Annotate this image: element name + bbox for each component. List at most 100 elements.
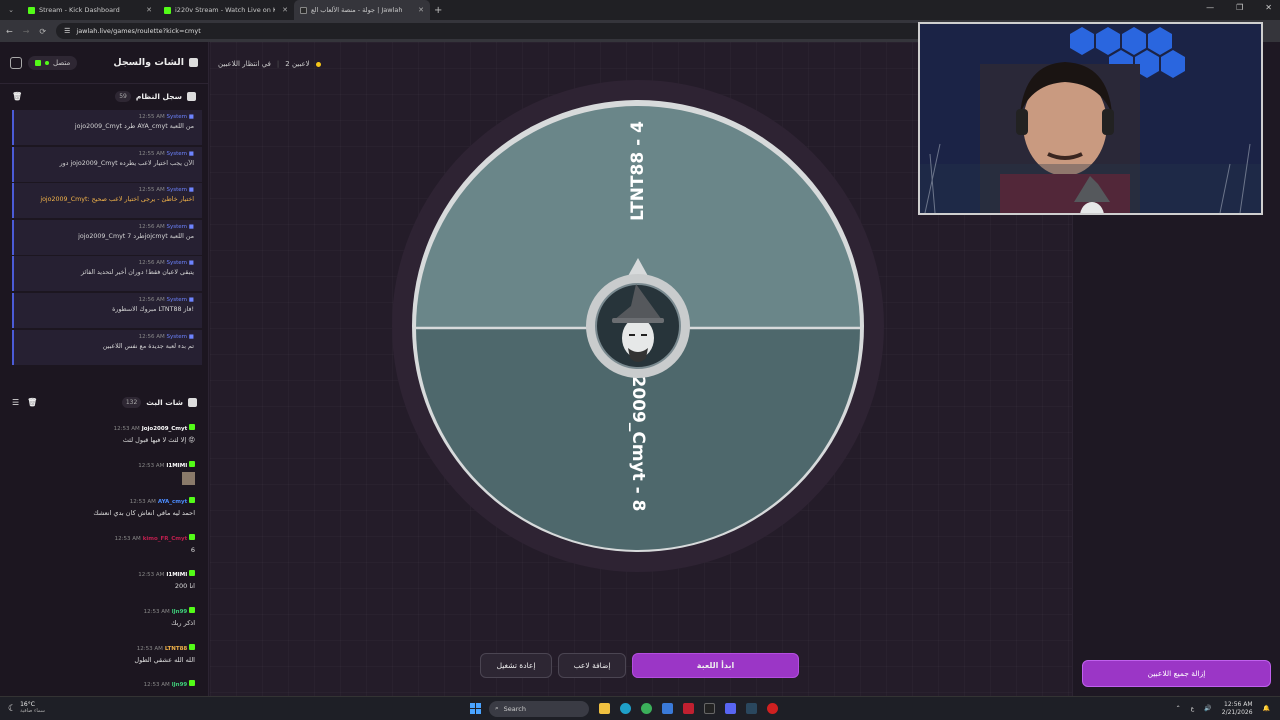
chat-username[interactable]: LTNT88 [165,646,187,652]
trash-icon[interactable]: 🗑 [12,92,22,101]
back-icon[interactable]: ← [6,27,13,36]
system-icon: ■ [188,296,194,303]
kick-icon [189,643,195,650]
system-log-item: 12:56 AM System ■ يتبقى لاعبان فقط! دوران… [12,256,202,292]
chat-username[interactable]: I1MIMI [166,463,187,469]
chrome-icon[interactable] [641,703,652,714]
forward-icon[interactable]: → [23,27,30,36]
store-icon[interactable] [662,703,673,714]
maximize-icon[interactable]: ❐ [1236,3,1243,12]
message-meta: 12:55 AM System ■ [138,150,194,157]
start-game-button[interactable]: ابدأ اللعبة [632,653,799,678]
collapse-panel-icon[interactable] [10,56,22,69]
kick-icon [189,680,195,687]
message-meta: 12:53 AM lJn99 [0,605,195,615]
window-controls: — ❐ ✕ [1206,3,1272,12]
kick-favicon [28,6,35,14]
emote-image [182,471,195,485]
kick-icon [189,497,195,504]
add-player-button[interactable]: إضافة لاعب [558,653,626,678]
message-meta: 12:53 AM lJn99 [0,678,195,688]
replay-button[interactable]: إعادة تشغيل [480,653,552,678]
roulette-wheel[interactable]: LTNT88 - 4 jojo2009_Cmyt - 8 [388,76,888,576]
tiktok-icon[interactable] [704,703,715,714]
kick-icon [35,59,41,66]
game-controls: إعادة تشغيل إضافة لاعب ابدأ اللعبة [480,653,799,678]
chevron-up-icon[interactable]: ⌃ [1176,705,1181,712]
chat-username[interactable]: lJn99 [172,682,188,688]
live-chat-count: 132 [121,396,142,408]
kick-icon [189,533,195,540]
menu-icon[interactable]: ☰ [12,398,19,407]
system-icon: ■ [188,223,194,230]
tab-kick-dashboard[interactable]: Stream - Kick Dashboard ✕ [22,0,158,20]
clear-all-players-button[interactable]: إزالة جميع اللاعبين [1082,660,1271,687]
tab-jawlah[interactable]: جولة - منصة الألعاب الع | Jawlah ✕ [294,0,430,20]
tab-list-button[interactable]: ⌄ [0,6,22,14]
message-meta: 12:55 AM System ■ [138,114,194,120]
online-dot-icon [45,60,49,65]
chat-message: 12:53 AM lJn99 اذكر ربك [0,605,195,642]
discord-icon[interactable] [725,703,736,714]
system-log-item: 12:55 AM System ■ دور jojo2009_Cmyt الآن … [12,146,202,182]
steam-icon[interactable] [746,703,757,714]
close-window-icon[interactable]: ✕ [1265,3,1272,12]
chat-username[interactable]: I1MIMI [166,572,187,578]
volume-icon[interactable]: 🔊 [1204,705,1211,712]
message-meta: 12:56 AM System ■ [138,223,194,230]
system-icon: ■ [188,333,194,340]
file-explorer-icon[interactable] [599,703,610,714]
game-status: في انتظار اللاعبين | 2 لاعبين [218,60,321,68]
chat-icon [189,58,198,67]
browser-tab-bar: ⌄ Stream - Kick Dashboard ✕ i220v Stream … [0,0,1280,20]
reload-icon[interactable]: ⟳ [39,27,46,36]
trash-icon[interactable]: 🗑 [27,398,37,407]
chat-username[interactable]: kimo_FR_Cmyt [143,536,188,542]
system-icon: ■ [188,187,194,194]
live-chat-list: 12:53 AM Jojo2009_Cmyt إلا لثث لا فيها قب… [0,422,209,696]
system-icon: ■ [188,150,194,157]
panel-header: متصل الشات والسجل [0,42,208,84]
minimize-icon[interactable]: — [1206,3,1214,12]
record-icon[interactable] [767,703,778,714]
language-indicator[interactable]: ع [1191,705,1195,712]
system-log-header: 🗑 59 سجل النظام [0,84,208,108]
system-log-item: 12:56 AM System ■ تم بدء لعبة جديدة مع نف… [12,329,202,365]
divider: | [276,60,280,68]
message-meta: 12:53 AM LTNT88 [0,642,195,652]
jawlah-favicon [300,6,307,14]
start-icon[interactable] [470,703,481,714]
message-meta: 12:53 AM I1MIMI [0,568,195,578]
tab-kick-stream[interactable]: i220v Stream - Watch Live on K ✕ [158,0,294,20]
system-log-count: 59 [115,90,131,102]
edge-icon[interactable] [620,703,631,714]
app-icon[interactable] [683,703,694,714]
webcam-overlay [918,22,1263,215]
close-icon[interactable]: ✕ [146,6,152,14]
notifications-icon[interactable]: 🔔 [1263,705,1270,712]
chat-icon [188,397,197,407]
site-info-icon[interactable]: ☰ [64,27,70,35]
clock[interactable]: 12:56 AM 2/21/2026 [1222,701,1253,715]
message-meta: 12:55 AM System ■ [138,187,194,194]
chat-message: 12:53 AM I1MIMI انا 200 [0,568,195,605]
status-dot-icon [315,61,321,67]
chat-username[interactable]: lJn99 [172,609,188,615]
weather-widget[interactable]: ☾ 16°C سماء صافية [0,702,470,714]
taskbar-search[interactable]: ⌕ Search [489,700,589,717]
url-input[interactable]: ☰ jawlah.live/games/roulette?kick=cmyt [56,23,1057,39]
chat-message: 12:53 AM Jojo2009_Cmyt إلا لثث لا فيها قب… [0,422,195,459]
kick-icon [189,424,195,430]
close-icon[interactable]: ✕ [418,6,424,14]
chat-username[interactable]: AYA_cmyt [158,499,187,505]
chat-message: 12:53 AM lJn99 [0,678,195,696]
search-icon: ⌕ [495,704,499,712]
new-tab-icon[interactable]: + [434,5,442,16]
close-icon[interactable]: ✕ [282,6,288,14]
chat-username[interactable]: Jojo2009_Cmyt [142,426,188,432]
live-chat-header: ☰ 🗑 132 شات البث [0,390,209,414]
connection-badge: متصل [28,55,78,70]
chat-message: 12:53 AM LTNT88 الله الله عشقي الطول [0,642,195,679]
message-meta: 12:53 AM kimo_FR_Cmyt [0,532,195,542]
kick-icon [189,570,195,577]
